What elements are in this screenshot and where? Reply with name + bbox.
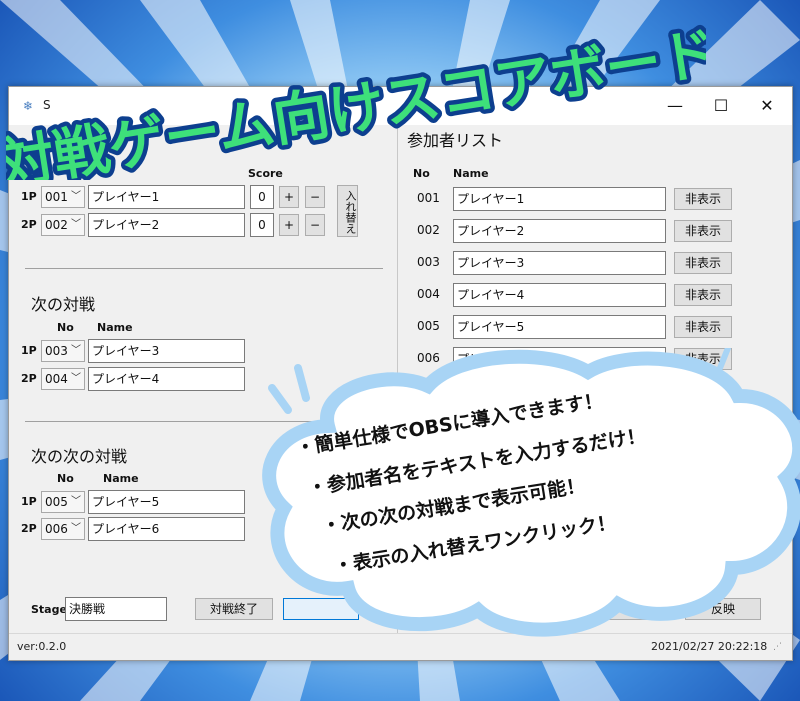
current-2p-minus-button[interactable]: − <box>305 214 325 236</box>
next-next-col-name: Name <box>103 472 139 485</box>
next-2p-name-input[interactable]: プレイヤー4 <box>88 367 245 391</box>
stage-input[interactable]: 決勝戦 <box>65 597 167 621</box>
current-1p-name-input[interactable]: プレイヤー1 <box>88 185 245 209</box>
resize-grip-icon[interactable]: ⋰ <box>773 642 782 652</box>
participant-name-input[interactable]: プレイヤー2 <box>453 219 666 243</box>
hide-button[interactable]: 非表示 <box>674 284 732 306</box>
participant-name-input[interactable]: プレイヤー3 <box>453 251 666 275</box>
banner-title-text: 対戦ゲーム向けスコアボード <box>6 20 706 180</box>
next-col-name: Name <box>97 321 133 334</box>
next-match-title: 次の対戦 <box>31 295 96 314</box>
next-col-no: No <box>57 321 74 334</box>
next-2p-label: 2P <box>21 372 37 385</box>
next-next-2p-label: 2P <box>21 522 37 535</box>
current-1p-label: 1P <box>21 190 37 203</box>
next-next-match-title: 次の次の対戦 <box>31 447 128 466</box>
chevron-down-icon: ﹀ <box>71 523 81 534</box>
chevron-down-icon: ﹀ <box>71 219 81 230</box>
next-1p-name-input[interactable]: プレイヤー3 <box>88 339 245 363</box>
participant-no: 002 <box>417 223 440 237</box>
hide-button[interactable]: 非表示 <box>674 188 732 210</box>
current-1p-score-input[interactable]: 0 <box>250 185 274 209</box>
hide-button[interactable]: 非表示 <box>674 220 732 242</box>
next-next-1p-no-select[interactable]: 005 ﹀ <box>41 491 85 513</box>
current-2p-label: 2P <box>21 218 37 231</box>
swap-button[interactable]: 入れ替え <box>337 185 358 237</box>
participant-no: 003 <box>417 255 440 269</box>
timestamp-label: 2021/02/27 20:22:18 <box>651 640 768 653</box>
chevron-down-icon: ﹀ <box>71 345 81 356</box>
hide-button[interactable]: 非表示 <box>674 316 732 338</box>
current-1p-no-select[interactable]: 001 ﹀ <box>41 186 85 208</box>
participant-name-input[interactable]: プレイヤー1 <box>453 187 666 211</box>
next-next-2p-name-input[interactable]: プレイヤー6 <box>88 517 245 541</box>
chevron-down-icon: ﹀ <box>71 191 81 202</box>
version-label: ver:0.2.0 <box>17 640 67 653</box>
current-2p-name-input[interactable]: プレイヤー2 <box>88 213 245 237</box>
current-2p-plus-button[interactable]: + <box>279 214 299 236</box>
participant-no: 005 <box>417 319 440 333</box>
hide-button[interactable]: 非表示 <box>674 252 732 274</box>
current-2p-no-select[interactable]: 002 ﹀ <box>41 214 85 236</box>
section-divider <box>25 268 383 269</box>
next-next-1p-label: 1P <box>21 495 37 508</box>
next-2p-no-select[interactable]: 004 ﹀ <box>41 368 85 390</box>
close-button[interactable]: ✕ <box>744 87 790 125</box>
next-1p-label: 1P <box>21 344 37 357</box>
chevron-down-icon: ﹀ <box>71 496 81 507</box>
next-next-col-no: No <box>57 472 74 485</box>
participant-no: 004 <box>417 287 440 301</box>
next-1p-no-select[interactable]: 003 ﹀ <box>41 340 85 362</box>
participant-no: 001 <box>417 191 440 205</box>
participant-name-input[interactable]: プレイヤー4 <box>453 283 666 307</box>
banner-title: 対戦ゲーム向けスコアボード <box>6 20 706 180</box>
chevron-down-icon: ﹀ <box>71 373 81 384</box>
current-1p-minus-button[interactable]: − <box>305 186 325 208</box>
current-1p-plus-button[interactable]: + <box>279 186 299 208</box>
stage-label: Stage <box>31 603 67 616</box>
next-next-2p-no-select[interactable]: 006 ﹀ <box>41 518 85 540</box>
current-2p-score-input[interactable]: 0 <box>250 213 274 237</box>
next-next-1p-name-input[interactable]: プレイヤー5 <box>88 490 245 514</box>
participant-name-input[interactable]: プレイヤー5 <box>453 315 666 339</box>
